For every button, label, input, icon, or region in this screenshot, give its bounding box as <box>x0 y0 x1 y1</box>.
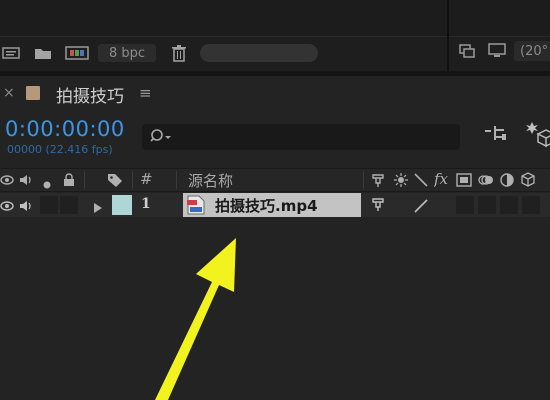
frame-blending-icon[interactable] <box>456 172 472 191</box>
close-tab-icon[interactable]: × <box>3 85 15 101</box>
magnification-dropdown[interactable]: (20° <box>514 41 550 61</box>
video-file-icon <box>186 195 208 219</box>
panel-menu-icon[interactable]: ≡ <box>139 84 152 102</box>
lock-switch[interactable] <box>60 196 78 214</box>
timeline-tab[interactable]: × 拍摄技巧 ≡ <box>0 76 550 110</box>
panel-divider[interactable] <box>447 0 449 76</box>
current-time-display[interactable]: 0:00:00:00 <box>5 117 125 141</box>
layer-label-color[interactable] <box>112 195 132 215</box>
svg-text:fx: fx <box>434 170 449 188</box>
search-icon <box>150 128 174 150</box>
frame-blending-switch[interactable] <box>456 196 474 214</box>
column-divider[interactable] <box>363 171 364 189</box>
new-composition-icon[interactable] <box>64 42 90 64</box>
adjustment-layer-icon[interactable] <box>500 172 514 191</box>
layer-search-input[interactable] <box>142 124 460 150</box>
quality-switch-icon[interactable] <box>414 198 428 217</box>
always-preview-icon[interactable] <box>456 40 478 62</box>
monitor-icon[interactable] <box>486 40 508 62</box>
label-tag-icon[interactable] <box>107 172 123 191</box>
shy-icon[interactable] <box>370 172 386 192</box>
solo-switch[interactable] <box>40 196 58 214</box>
divider <box>0 36 550 37</box>
motion-blur-icon[interactable] <box>478 172 494 191</box>
effects-fx-icon[interactable]: fx <box>433 170 452 192</box>
horizontal-scrollbar[interactable] <box>200 44 318 62</box>
layer-number: 1 <box>141 196 151 212</box>
3d-layer-icon[interactable] <box>520 172 536 192</box>
frame-rate-info: 00000 (22.416 fps) <box>7 143 113 156</box>
new-folder-icon[interactable] <box>32 42 54 64</box>
adjustment-layer-switch[interactable] <box>500 196 518 214</box>
video-visibility-icon[interactable] <box>0 198 14 217</box>
expand-arrow-icon[interactable] <box>92 199 104 218</box>
source-name-header[interactable]: 源名称 <box>188 170 233 191</box>
layer-column-header: # 源名称 fx <box>0 168 550 192</box>
motion-blur-switch[interactable] <box>478 196 496 214</box>
audio-icon[interactable] <box>19 198 33 217</box>
layer-row[interactable]: 1 拍摄技巧.mp4 <box>0 193 550 217</box>
shy-switch-icon[interactable] <box>370 196 386 216</box>
composition-color-swatch <box>26 86 40 100</box>
quality-icon[interactable] <box>414 172 428 191</box>
lock-icon[interactable] <box>62 172 76 191</box>
audio-icon[interactable] <box>19 172 33 191</box>
project-panel-content <box>0 0 550 36</box>
collapse-transformation-icon[interactable] <box>394 172 408 191</box>
layer-source-name[interactable]: 拍摄技巧.mp4 <box>215 195 318 216</box>
composition-tab-title[interactable]: 拍摄技巧 <box>56 82 124 107</box>
project-toolbar: 8 bpc <box>0 42 445 64</box>
video-visibility-icon[interactable] <box>0 172 14 191</box>
3d-layer-switch[interactable] <box>522 196 540 214</box>
layer-number-header[interactable]: # <box>140 170 153 188</box>
project-bit-depth[interactable]: 8 bpc <box>98 44 156 62</box>
draft-3d-icon[interactable] <box>526 120 550 152</box>
column-divider[interactable] <box>84 171 85 189</box>
composition-flowchart-icon[interactable] <box>484 124 508 148</box>
viewer-toolbar: (20° <box>452 38 550 64</box>
interpret-footage-icon[interactable] <box>0 42 22 64</box>
solo-icon[interactable] <box>42 175 52 194</box>
trash-icon[interactable] <box>168 42 190 64</box>
column-divider[interactable] <box>176 171 177 189</box>
column-divider[interactable] <box>132 171 133 189</box>
